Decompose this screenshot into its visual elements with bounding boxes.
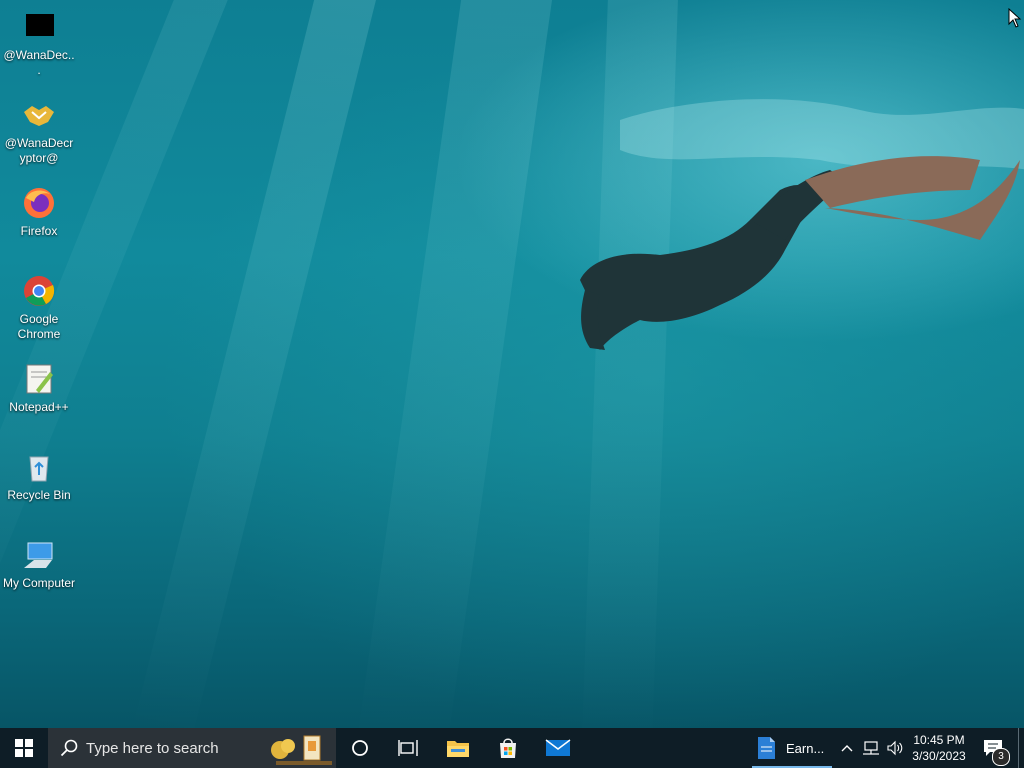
desktop-icon-my-computer[interactable]: My Computer	[0, 528, 78, 591]
desktop-icon-label: @WanaDecryptor@	[4, 136, 74, 165]
network-button[interactable]	[860, 728, 882, 768]
desktop-icon-label: My Computer	[2, 576, 76, 590]
action-center-button[interactable]: 3	[976, 728, 1010, 768]
file-explorer-button[interactable]	[436, 728, 480, 768]
freediver-silhouette	[580, 99, 1024, 350]
clock-button[interactable]: 10:45 PM 3/30/2023	[908, 728, 970, 768]
desktop-icon-label: Notepad++	[9, 400, 69, 414]
mouse-cursor-icon	[1008, 8, 1022, 28]
clock-time: 10:45 PM	[913, 733, 965, 747]
search-box[interactable]: Type here to search	[48, 728, 336, 768]
microsoft-store-button[interactable]	[486, 728, 530, 768]
black-square-icon	[22, 10, 56, 44]
windows-logo-icon	[15, 739, 33, 757]
desktop-icon-google-chrome[interactable]: Google Chrome	[0, 264, 78, 342]
speaker-icon	[887, 740, 903, 756]
recycle-bin-icon	[22, 450, 56, 484]
notepadpp-icon	[22, 362, 56, 396]
show-hidden-icons-button[interactable]	[836, 728, 858, 768]
notification-count-badge: 3	[992, 748, 1010, 766]
show-desktop-divider[interactable]	[1018, 728, 1019, 768]
taskbar: Type here to search Earn... 10:45 PM 3/3…	[0, 728, 1024, 768]
mail-icon	[545, 739, 571, 756]
start-button[interactable]	[0, 728, 48, 768]
document-icon	[758, 737, 775, 759]
chrome-icon	[22, 274, 56, 308]
desktop-icon-label: Google Chrome	[17, 312, 61, 341]
light-ray	[356, 0, 560, 728]
my-computer-icon	[22, 538, 56, 572]
desktop-icon-wanadecryptor[interactable]: @WanaDecryptor@	[0, 88, 78, 166]
network-icon	[863, 741, 879, 755]
desktop-icon-label: Firefox	[20, 224, 58, 238]
search-highlight-icon	[271, 735, 332, 765]
folder-icon	[447, 741, 469, 757]
clock-date: 3/30/2023	[912, 749, 966, 763]
store-bag-icon	[500, 738, 516, 758]
search-icon	[60, 739, 78, 757]
cortana-button[interactable]	[338, 728, 382, 768]
desktop-icon-notepadpp[interactable]: Notepad++	[0, 352, 78, 415]
task-view-icon	[398, 740, 418, 756]
desktop-icon-wanadec-file[interactable]: @WanaDec...	[0, 0, 78, 78]
running-app-label: Earn...	[786, 740, 825, 756]
handshake-icon	[22, 98, 56, 132]
desktop-icon-firefox[interactable]: Firefox	[0, 176, 78, 239]
task-view-button[interactable]	[386, 728, 430, 768]
desktop-icon-label: Recycle Bin	[7, 488, 71, 502]
running-app-button[interactable]: Earn...	[752, 728, 832, 768]
chevron-up-icon	[841, 745, 853, 752]
desktop-wallpaper: @WanaDec... @WanaDecryptor@ Firefox Goog…	[0, 0, 1024, 728]
search-placeholder: Type here to search	[86, 739, 219, 757]
firefox-icon	[22, 186, 56, 220]
desktop-icon-recycle-bin[interactable]: Recycle Bin	[0, 440, 78, 503]
desktop-icon-label: @WanaDec...	[3, 48, 75, 77]
cortana-circle-icon	[352, 740, 368, 756]
mail-button[interactable]	[536, 728, 580, 768]
volume-button[interactable]	[884, 728, 906, 768]
